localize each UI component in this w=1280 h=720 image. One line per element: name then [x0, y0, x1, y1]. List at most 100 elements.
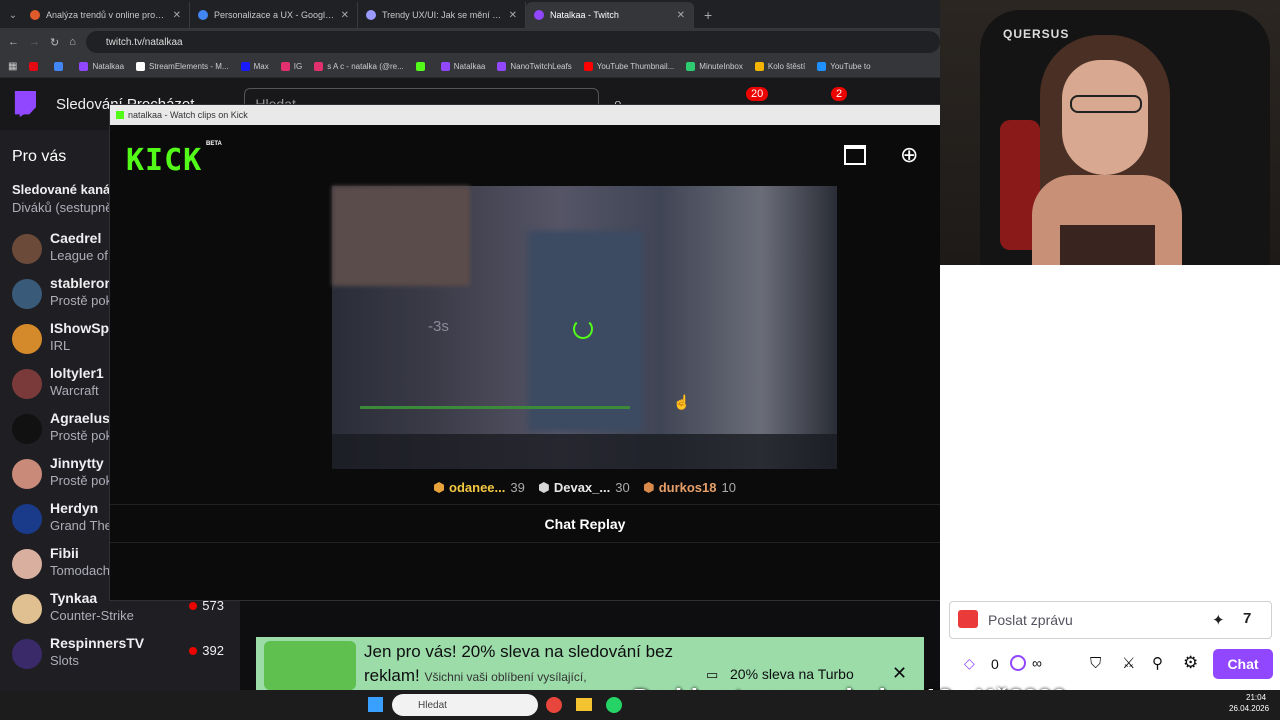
bookmark-item[interactable]: NanoTwitchLeafs — [497, 62, 572, 71]
home-icon[interactable]: ⌂ — [69, 36, 76, 48]
browser-tab[interactable]: Natalkaa - Twitch ✕ — [526, 2, 694, 28]
avatar — [12, 234, 42, 264]
mouse-cursor-icon: ☝ — [673, 394, 691, 410]
hype-circle-icon[interactable] — [1010, 655, 1026, 671]
new-tab-button[interactable]: + — [704, 7, 712, 23]
bookmark-item[interactable]: YouTube Thumbnail... — [583, 62, 675, 71]
bookmarks-bar: ▦ Natalkaa StreamElements - M... Max IG s A … — [0, 56, 940, 78]
close-tab-icon[interactable]: ✕ — [509, 10, 517, 21]
tab-title: Personalizace a UX - Google Se... — [214, 10, 335, 20]
viewer-count: 392 — [189, 643, 224, 658]
turbo-offer-link[interactable]: 20% sleva na Turbo — [730, 666, 854, 682]
close-tab-icon[interactable]: ✕ — [677, 10, 685, 21]
viewer-count-value: 392 — [202, 643, 224, 658]
bookmark-item[interactable]: s A c - natalka (@re... — [314, 62, 404, 71]
chrome-icon[interactable] — [546, 697, 562, 713]
followed-channels-heading: Sledované kanály — [12, 182, 122, 197]
bookmark-favicon-icon — [817, 62, 827, 71]
close-promo-icon[interactable]: ✕ — [892, 663, 907, 684]
kick-logo[interactable]: KICK — [126, 143, 202, 178]
bookmark-item[interactable]: Kolo štěstí — [754, 62, 805, 71]
bookmark-favicon-icon — [54, 62, 64, 71]
windows-start-icon[interactable] — [368, 697, 383, 712]
bookmark-item[interactable]: MinuteInbox — [686, 62, 743, 71]
gifter-entry[interactable]: Devax_... 30 — [538, 480, 630, 495]
seven-tv-icon[interactable]: 7 — [1243, 610, 1251, 627]
sword-icon[interactable]: ⚔ — [1122, 654, 1135, 672]
streamer-face — [1062, 60, 1148, 175]
bike-icon[interactable]: ⚲ — [1152, 654, 1163, 672]
taskbar-date: 26.04.2026 — [1229, 704, 1270, 713]
back-icon[interactable]: ← — [8, 36, 19, 48]
video-progress-bar[interactable] — [360, 406, 630, 409]
avatar — [12, 369, 42, 399]
taskbar-search[interactable]: Hledat — [392, 694, 538, 716]
bookmark-label: IG — [293, 62, 303, 71]
apps-icon[interactable]: ▦ — [8, 61, 17, 72]
globe-icon[interactable]: ⊕ — [900, 142, 918, 168]
browser-tab[interactable]: Analýza trendů v online prostře... ✕ — [22, 2, 190, 28]
bookmark-label: YouTube to — [830, 62, 871, 71]
close-tab-icon[interactable]: ✕ — [173, 10, 181, 21]
notifications-badge: 20 — [746, 87, 769, 101]
bookmark-item[interactable]: StreamElements - M... — [136, 62, 229, 71]
chair-brand-text: QUERSUS — [1003, 27, 1070, 41]
bookmark-item[interactable] — [29, 62, 42, 71]
browser-tab[interactable]: Trendy UX/UI: Jak se mění digi... ✕ — [358, 2, 526, 28]
infinity-label: ∞ — [1032, 655, 1042, 671]
video-time-overlay: -3s — [428, 318, 449, 335]
bookmark-item[interactable]: Max — [240, 62, 269, 71]
windows-taskbar: Hledat 21:04 26.04.2026 — [0, 690, 1280, 720]
chat-badge-icon[interactable] — [958, 610, 978, 628]
bookmark-favicon-icon — [136, 62, 146, 71]
channel-name: RespinnersTV — [50, 635, 145, 651]
twitch-logo-icon[interactable] — [14, 91, 36, 117]
party-popper-icon[interactable]: ✦ — [1212, 611, 1225, 629]
avatar — [12, 639, 42, 669]
settings-gear-icon[interactable]: ⚙ — [1183, 653, 1198, 673]
tab-list-chevron-icon[interactable]: ⌄ — [4, 10, 22, 21]
video-controls-strip — [332, 434, 837, 469]
sidebar-title: Pro vás — [12, 148, 67, 165]
avatar — [12, 279, 42, 309]
gift-badge-icon — [538, 482, 549, 493]
channel-points-icon[interactable]: ◇ — [964, 655, 975, 672]
whatsapp-icon[interactable] — [606, 697, 622, 713]
bookmark-label: YouTube Thumbnail... — [596, 62, 675, 71]
tab-favicon-icon — [198, 10, 208, 20]
bookmark-favicon-icon — [686, 62, 696, 71]
bookmark-item[interactable]: Natalkaa — [440, 62, 485, 71]
clip-video-player[interactable]: -3s — [332, 186, 837, 469]
avatar — [12, 324, 42, 354]
tab-title: Natalkaa - Twitch — [550, 10, 619, 20]
channel-name: Jinnytty — [50, 455, 104, 471]
bookmark-favicon-icon — [240, 62, 250, 71]
kick-favicon-icon — [116, 111, 124, 119]
sidebar-channel[interactable]: RespinnersTV Slots 392 — [12, 633, 234, 678]
bookmark-item[interactable]: YouTube to — [817, 62, 871, 71]
channel-name: Agraelus — [50, 410, 110, 426]
bookmark-item[interactable]: IG — [280, 62, 303, 71]
url-field[interactable]: twitch.tv/natalkaa — [85, 31, 940, 53]
gifter-entry[interactable]: odanee... 39 — [434, 480, 525, 495]
forward-icon[interactable]: → — [29, 36, 40, 48]
gifter-entry[interactable]: durkos18 10 — [643, 480, 736, 495]
kick-header: KICK BETA ⊕ — [110, 125, 1060, 185]
close-tab-icon[interactable]: ✕ — [341, 10, 349, 21]
chat-replay-heading[interactable]: Chat Replay — [110, 505, 1060, 543]
file-explorer-icon[interactable] — [576, 698, 592, 711]
channel-name: Herdyn — [50, 500, 99, 516]
bookmark-item[interactable]: Natalkaa — [79, 62, 124, 71]
browser-tab[interactable]: Personalizace a UX - Google Se... ✕ — [190, 2, 358, 28]
promo-can-icon — [264, 641, 356, 690]
clips-icon[interactable] — [844, 145, 866, 165]
chat-send-button[interactable]: Chat — [1213, 649, 1273, 679]
shield-icon[interactable]: ⛉ — [1090, 655, 1101, 672]
bookmark-label: Max — [253, 62, 269, 71]
bookmark-item[interactable] — [54, 62, 67, 71]
bookmark-item[interactable] — [415, 62, 429, 71]
reload-icon[interactable]: ↻ — [50, 36, 59, 49]
tab-favicon-icon — [366, 10, 376, 20]
live-dot-icon — [189, 602, 198, 610]
sort-label[interactable]: Diváků (sestupně) — [12, 200, 117, 215]
